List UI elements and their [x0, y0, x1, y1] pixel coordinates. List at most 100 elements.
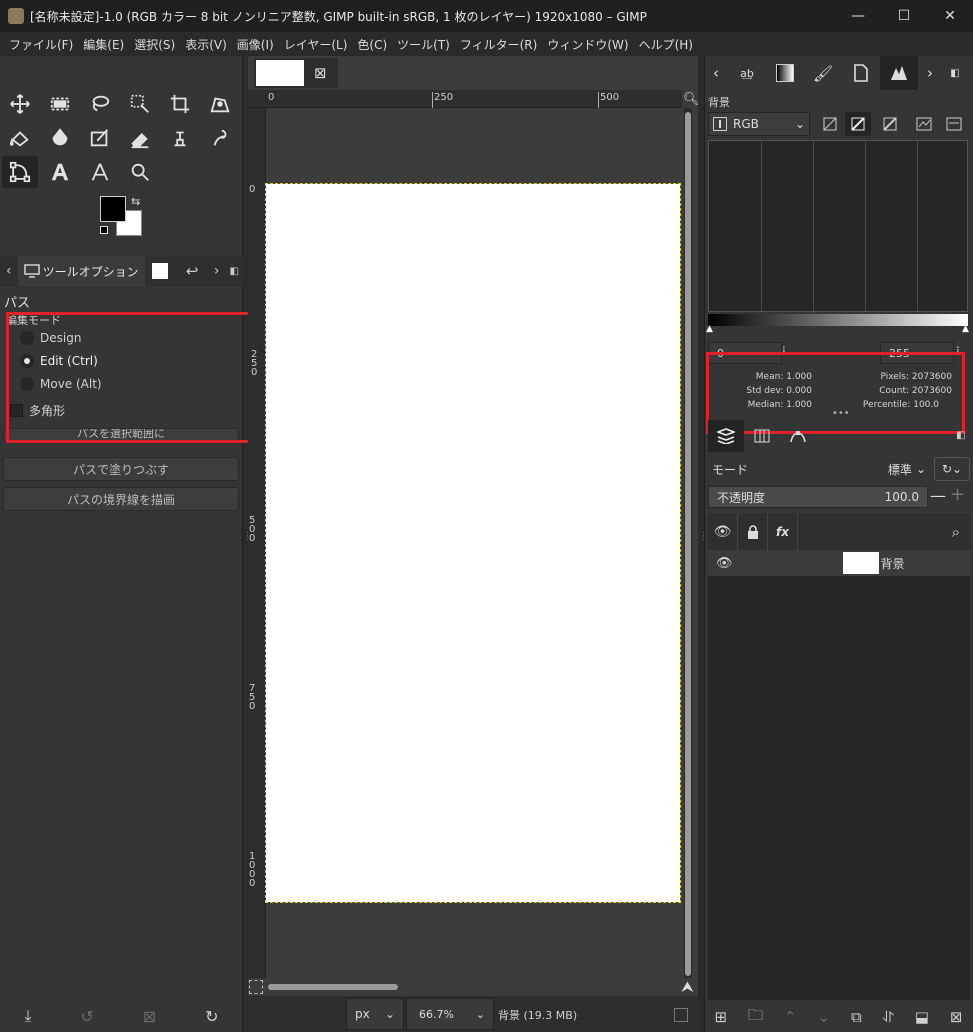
clone-tool-icon[interactable]: [162, 122, 198, 154]
rtab-scroll-right-icon[interactable]: ›: [918, 56, 942, 90]
ink-drop-tool-icon[interactable]: [42, 122, 78, 154]
opacity-slider[interactable]: 不透明度 100.0: [708, 486, 928, 508]
tab-gradients[interactable]: [766, 56, 804, 90]
foreground-color-swatch[interactable]: [100, 196, 126, 222]
layers-tab-menu-icon[interactable]: ◧: [956, 430, 965, 441]
new-layer-icon[interactable]: ⊞: [714, 1008, 727, 1026]
minimize-button[interactable]: —: [835, 0, 881, 32]
linear-2-button[interactable]: [877, 112, 903, 136]
rtab-menu-icon[interactable]: ◧: [942, 56, 968, 90]
raise-layer-icon[interactable]: ⌃: [784, 1008, 797, 1026]
tab-undo-history[interactable]: ↩: [176, 256, 208, 286]
tab-scroll-left-icon[interactable]: ‹: [0, 263, 18, 279]
menu-help[interactable]: ヘルプ(H): [634, 36, 698, 53]
hist-view-button[interactable]: [911, 112, 937, 136]
histogram-gridline: [813, 141, 814, 311]
rect-select-tool-icon[interactable]: [42, 88, 78, 120]
layer-visibility-eye-icon[interactable]: 👁︎: [716, 556, 733, 571]
tab-brushes[interactable]: 🖌︎: [804, 56, 842, 90]
default-colors-icon[interactable]: [100, 226, 108, 234]
navigation-preview-icon[interactable]: [674, 1008, 688, 1022]
log-histogram-button[interactable]: [845, 112, 871, 136]
paths-tool-icon[interactable]: [2, 156, 38, 188]
tab-paths[interactable]: [780, 420, 816, 452]
unified-transform-tool-icon[interactable]: [202, 88, 238, 120]
reset-options-icon[interactable]: ↻: [205, 1007, 218, 1026]
vertical-scroll-thumb[interactable]: [685, 112, 691, 976]
tab-layers[interactable]: [708, 420, 744, 452]
menu-image[interactable]: 画像(I): [232, 36, 279, 53]
zoom-selector[interactable]: 66.7% ⌄: [406, 998, 494, 1030]
close-button[interactable]: ✕: [927, 0, 973, 32]
stroke-path-button[interactable]: パスの境界線を描画: [3, 487, 239, 511]
linear-histogram-button[interactable]: [817, 112, 843, 136]
navigate-arrow-icon[interactable]: ⮝: [681, 978, 694, 996]
menu-color[interactable]: 色(C): [352, 36, 392, 53]
restore-options-icon[interactable]: ↺: [80, 1007, 93, 1026]
layer-mode-chevron-icon[interactable]: ⌄: [916, 462, 926, 476]
opacity-decrease-icon[interactable]: —: [930, 486, 946, 508]
move-tool-icon[interactable]: [2, 88, 38, 120]
unit-selector[interactable]: px ⌄: [346, 998, 404, 1030]
tab-document[interactable]: [842, 56, 880, 90]
layer-mask-icon[interactable]: ⬓: [915, 1008, 929, 1026]
toggle-quick-mask-icon[interactable]: [249, 980, 263, 994]
tool-options-footer: ⤓ ↺ ⊠ ↻: [0, 1000, 243, 1032]
lower-layer-icon[interactable]: ⌄: [817, 1008, 830, 1026]
eraser-tool-icon[interactable]: [122, 122, 158, 154]
menu-view[interactable]: 表示(V): [180, 36, 232, 53]
lasso-tool-icon[interactable]: [82, 88, 118, 120]
menu-filters[interactable]: フィルター(R): [455, 36, 542, 53]
merge-layer-icon[interactable]: ⥯: [883, 1008, 894, 1026]
channel-selector[interactable]: RGB ⌄: [708, 112, 810, 136]
layer-row[interactable]: 👁︎ 背景: [708, 550, 970, 576]
layer-search-icon[interactable]: ⌕: [952, 523, 960, 541]
menu-windows[interactable]: ウィンドウ(W): [542, 36, 633, 53]
smudge-tool-icon[interactable]: [202, 122, 238, 154]
visibility-column-eye-icon[interactable]: 👁︎: [708, 514, 738, 550]
duplicate-layer-icon[interactable]: ⧉: [851, 1008, 862, 1026]
lock-column-lock-icon[interactable]: [738, 514, 768, 550]
rtab-scroll-left-icon[interactable]: ‹: [704, 56, 728, 90]
effects-column-fx-icon[interactable]: fx: [768, 514, 798, 550]
measure-tool-icon[interactable]: [82, 156, 118, 188]
paintbrush-tool-icon[interactable]: [82, 122, 118, 154]
layer-mode-reset-button[interactable]: ↻⌄: [934, 457, 970, 481]
tab-menu-icon[interactable]: ◧: [225, 266, 243, 277]
menu-select[interactable]: 選択(S): [129, 36, 180, 53]
new-layer-group-icon[interactable]: 🗀︎: [748, 1005, 763, 1030]
range-high-handle-icon[interactable]: ▲: [962, 324, 969, 334]
delete-layer-icon[interactable]: ⊠: [950, 1008, 963, 1026]
zoom-navigate-icon[interactable]: 🔍︎: [683, 92, 700, 107]
swap-colors-icon[interactable]: ⇆: [131, 195, 140, 208]
text-tool-icon[interactable]: [42, 156, 78, 188]
save-options-icon[interactable]: ⤓: [24, 1006, 31, 1026]
tab-scroll-right-icon[interactable]: ›: [208, 263, 226, 279]
horizontal-scroll-thumb[interactable]: [268, 984, 398, 990]
hist-view-alt-button[interactable]: [941, 112, 967, 136]
fuzzy-select-tool-icon[interactable]: [122, 88, 158, 120]
tab-channels[interactable]: [744, 420, 780, 452]
opacity-increase-icon[interactable]: +: [950, 484, 965, 505]
zoom-tool-icon[interactable]: [122, 156, 158, 188]
delete-options-icon[interactable]: ⊠: [143, 1007, 156, 1026]
menu-layer[interactable]: レイヤー(L): [279, 36, 353, 53]
image-canvas[interactable]: [265, 183, 681, 903]
tab-fonts[interactable]: a͢b: [728, 56, 766, 90]
menu-edit[interactable]: 編集(E): [78, 36, 129, 53]
tab-tool-options[interactable]: ツールオプション: [17, 256, 145, 286]
range-low-handle-icon[interactable]: ▲: [706, 324, 713, 334]
image-tab-close-icon[interactable]: ⊠: [314, 64, 327, 82]
fill-path-button[interactable]: パスで塗りつぶす: [3, 457, 239, 481]
ruler-v-label-750: 750: [249, 683, 256, 712]
maximize-button[interactable]: ☐: [881, 0, 927, 32]
histogram-graph[interactable]: [708, 140, 968, 312]
image-tab[interactable]: ⊠: [254, 58, 338, 88]
menu-file[interactable]: ファイル(F): [4, 36, 78, 53]
bucket-fill-tool-icon[interactable]: [2, 122, 38, 154]
tab-device-status[interactable]: [145, 256, 177, 286]
crop-tool-icon[interactable]: [162, 88, 198, 120]
menu-tools[interactable]: ツール(T): [392, 36, 455, 53]
tab-histogram[interactable]: [880, 56, 918, 90]
layer-mode-value[interactable]: 標準: [888, 461, 912, 478]
